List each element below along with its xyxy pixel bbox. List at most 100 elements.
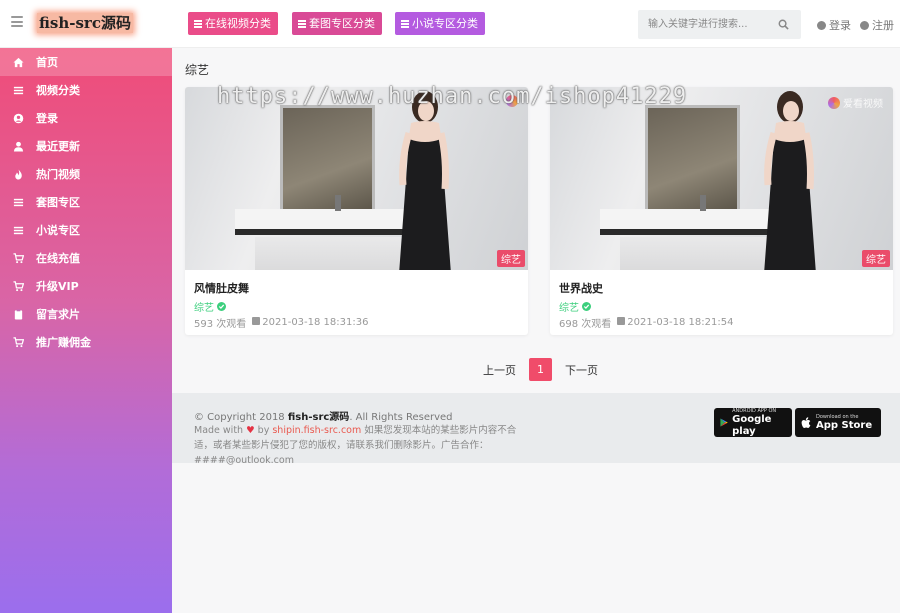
- login-label: 登录: [829, 19, 851, 32]
- sidebar-item-label: 在线充值: [36, 252, 80, 265]
- copyright-brand: fish-src源码: [287, 412, 350, 423]
- pagination: 上一页 1 下一页: [480, 358, 601, 381]
- google-play-label: Google play: [732, 413, 772, 437]
- list-icon: [194, 19, 202, 28]
- by-label: by: [257, 425, 270, 436]
- sidebar-item-label: 视频分类: [36, 84, 80, 97]
- sidebar-item-novel[interactable]: 小说专区: [0, 216, 172, 244]
- search-input[interactable]: [638, 10, 770, 39]
- site-link[interactable]: shipin.fish-src.com: [272, 425, 361, 436]
- video-meta: 593 次观看 2021-03-18 18:31:36: [194, 315, 368, 330]
- check-circle-icon: [582, 302, 591, 311]
- video-title[interactable]: 风情肚皮舞: [194, 280, 249, 296]
- next-page-link[interactable]: 下一页: [562, 362, 601, 378]
- sidebar-item-label: 升级VIP: [36, 280, 79, 293]
- heart-icon: ♥: [246, 425, 255, 436]
- publish-date: 2021-03-18 18:21:54: [627, 317, 734, 328]
- copyright-suffix: . All Rights Reserved: [349, 412, 453, 423]
- category-gallery-button[interactable]: 套图专区分类: [292, 12, 382, 35]
- sidebar-item-label: 推广赚佣金: [36, 336, 91, 349]
- video-meta: 698 次观看 2021-03-18 18:21:54: [559, 315, 733, 330]
- apple-icon: [801, 416, 811, 428]
- video-thumbnail[interactable]: 爱看视频 综艺: [550, 87, 893, 270]
- login-link[interactable]: 登录: [817, 17, 851, 33]
- video-card[interactable]: 爱看视频 综艺 世界战史 综艺 698 次观看 2021-03-18 18:21…: [550, 87, 893, 335]
- sidebar-item-affiliate[interactable]: 推广赚佣金: [0, 328, 172, 356]
- home-icon: [12, 56, 24, 68]
- video-card[interactable]: 综艺 风情肚皮舞 综艺 593 次观看 2021-03-18 18:31:36: [185, 87, 528, 335]
- category-badge: 综艺: [862, 250, 890, 267]
- video-title[interactable]: 世界战史: [559, 280, 603, 296]
- sidebar-item-video-categories[interactable]: 视频分类: [0, 76, 172, 104]
- category-gallery-label: 套图专区分类: [309, 17, 375, 30]
- app-store-label: App Store: [816, 419, 873, 431]
- menu-toggle-icon[interactable]: [11, 16, 23, 27]
- calendar-icon: [252, 317, 261, 325]
- sidebar-item-vip[interactable]: 升级VIP: [0, 272, 172, 300]
- user-icon: [12, 140, 24, 152]
- app-store-button[interactable]: Download on the App Store: [795, 408, 881, 437]
- list-icon: [12, 224, 24, 236]
- copyright-prefix: © Copyright 2018: [194, 412, 285, 423]
- sidebar-item-request[interactable]: 留言求片: [0, 300, 172, 328]
- copyright: © Copyright 2018 fish-src源码. All Rights …: [194, 408, 453, 423]
- google-play-icon: [720, 418, 728, 427]
- sidebar-item-hot[interactable]: 热门视频: [0, 160, 172, 188]
- brand-label: 爱看视频: [843, 99, 883, 110]
- sidebar-item-gallery[interactable]: 套图专区: [0, 188, 172, 216]
- category-badge: 综艺: [497, 250, 525, 267]
- sidebar-item-label: 登录: [36, 112, 58, 125]
- category-video-label: 在线视频分类: [205, 17, 271, 30]
- footer-notice: Made with ♥ by shipin.fish-src.com 如果您发现…: [194, 423, 534, 468]
- search-icon[interactable]: [778, 19, 789, 30]
- sidebar-item-label: 小说专区: [36, 224, 80, 237]
- sidebar-item-recent[interactable]: 最近更新: [0, 132, 172, 160]
- sidebar-item-label: 热门视频: [36, 168, 80, 181]
- cart-icon: [12, 336, 24, 348]
- watermark-text: https://www.huzhan.com/ishop41229: [217, 84, 688, 109]
- category-tag-label: 综艺: [194, 303, 214, 314]
- sidebar-item-recharge[interactable]: 在线充值: [0, 244, 172, 272]
- top-header: fish-src源码 在线视频分类 套图专区分类 小说专区分类 登录 注册: [0, 0, 900, 48]
- view-count: 593 次观看: [194, 319, 247, 330]
- sidebar-item-label: 留言求片: [36, 308, 80, 321]
- category-video-button[interactable]: 在线视频分类: [188, 12, 278, 35]
- category-tag[interactable]: 综艺: [194, 299, 226, 314]
- google-play-button[interactable]: ANDROID APP ON Google play: [714, 408, 792, 437]
- user-circle-icon: [12, 112, 24, 124]
- section-title: 综艺: [185, 63, 210, 77]
- cart-icon: [12, 252, 24, 264]
- category-novel-button[interactable]: 小说专区分类: [395, 12, 485, 35]
- sidebar-item-label: 最近更新: [36, 140, 80, 153]
- brand-logo: 爱看视频: [828, 95, 883, 110]
- sidebar-item-login[interactable]: 登录: [0, 104, 172, 132]
- current-page-number[interactable]: 1: [529, 358, 552, 381]
- check-circle-icon: [217, 302, 226, 311]
- list-icon: [12, 84, 24, 96]
- site-logo[interactable]: fish-src源码: [37, 13, 133, 33]
- thumbnail-figure: [764, 91, 816, 270]
- user-icon: [817, 20, 826, 30]
- sidebar-item-label: 首页: [36, 56, 58, 69]
- category-tag[interactable]: 综艺: [559, 299, 591, 314]
- category-tag-label: 综艺: [559, 303, 579, 314]
- list-icon: [401, 19, 409, 28]
- register-link[interactable]: 注册: [860, 17, 894, 33]
- sidebar-item-label: 套图专区: [36, 196, 80, 209]
- clipboard-icon: [12, 308, 24, 320]
- calendar-icon: [617, 317, 626, 325]
- list-icon: [298, 19, 306, 28]
- register-label: 注册: [872, 19, 894, 32]
- category-novel-label: 小说专区分类: [412, 17, 478, 30]
- register-icon: [860, 20, 869, 30]
- video-thumbnail[interactable]: 综艺: [185, 87, 528, 270]
- list-icon: [12, 196, 24, 208]
- made-with-label: Made with: [194, 425, 244, 436]
- sidebar: 首页 视频分类 登录 最近更新 热门视频 套图专区 小说专区 在线充值 升级VI…: [0, 48, 172, 613]
- view-count: 698 次观看: [559, 319, 612, 330]
- thumbnail-figure: [399, 91, 451, 270]
- cart-icon: [12, 280, 24, 292]
- prev-page-link[interactable]: 上一页: [480, 362, 519, 378]
- sidebar-item-home[interactable]: 首页: [0, 48, 172, 76]
- search-box: [638, 10, 801, 39]
